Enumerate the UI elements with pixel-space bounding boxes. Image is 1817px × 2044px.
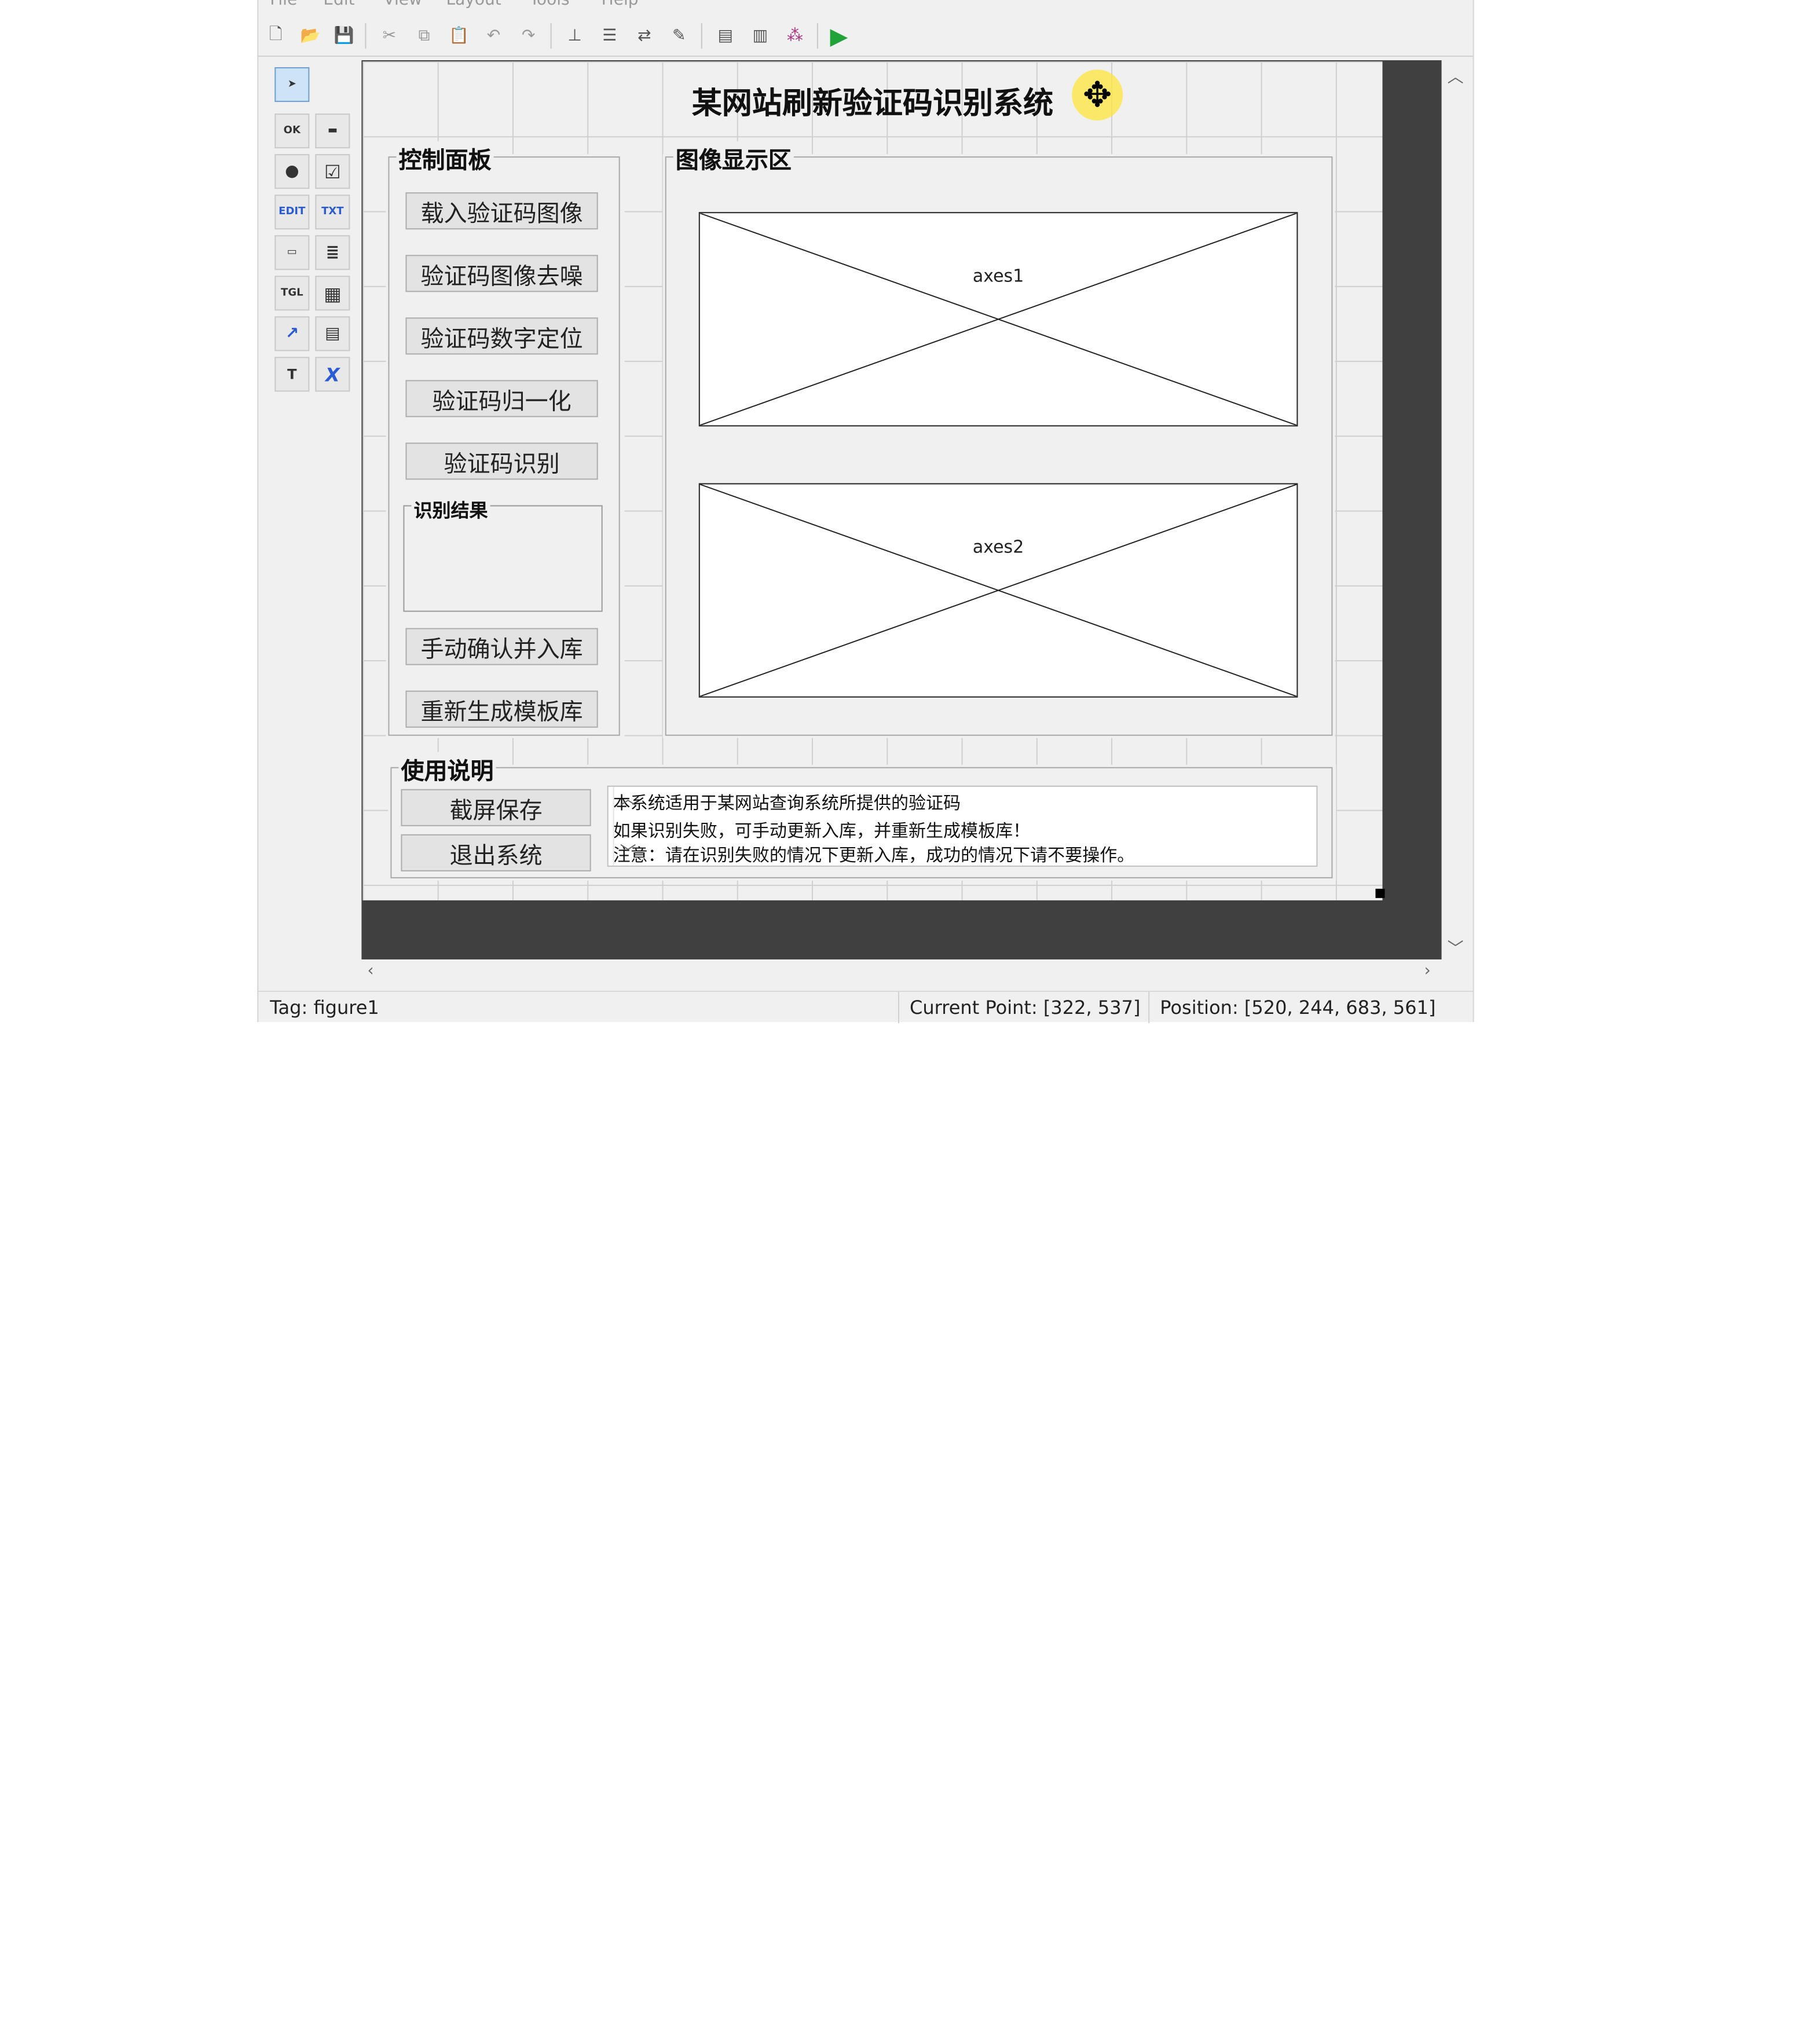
screenshot-save-button[interactable]: 截屏保存 <box>401 789 591 826</box>
locate-digits-button[interactable]: 验证码数字定位 <box>405 317 598 355</box>
exit-system-button[interactable]: 退出系统 <box>401 834 591 871</box>
button-group-tool-icon[interactable]: T <box>274 357 310 392</box>
scroll-down-icon[interactable]: ﹀ <box>620 840 636 863</box>
usage-text-scrollbar[interactable]: ︿ ﹀ <box>613 786 640 866</box>
horizontal-scroll-right-icon[interactable]: › <box>1424 962 1431 980</box>
mfile-editor-icon[interactable]: ▤ <box>713 23 738 49</box>
radio-button-tool-icon[interactable]: ● <box>274 154 310 189</box>
menu-tools[interactable]: Tools <box>530 0 570 9</box>
toolbar-separator <box>550 23 552 49</box>
status-current-point: Current Point: [322, 537] <box>910 996 1141 1019</box>
control-panel-title: 控制面板 <box>396 141 494 175</box>
move-cursor-icon: ✥ <box>1072 69 1123 121</box>
toolbar-editor-icon[interactable]: ✎ <box>666 23 692 49</box>
regenerate-templates-button[interactable]: 重新生成模板库 <box>405 690 598 728</box>
object-browser-icon[interactable]: ⁂ <box>782 23 808 49</box>
resize-handle[interactable] <box>1375 888 1385 898</box>
scroll-up-icon[interactable]: ︿ <box>620 787 636 810</box>
checkbox-tool-icon[interactable]: ☑ <box>315 154 350 189</box>
toolbar: 🗋 📂 💾 ✂ ⧉ 📋 ↶ ↷ ⊥ ☰ ⇄ ✎ ▤ ▥ ⁂ ▶ <box>258 16 1473 57</box>
toolbar-separator <box>701 23 702 49</box>
recognize-button[interactable]: 验证码识别 <box>405 442 598 480</box>
push-button-tool-icon[interactable]: OK <box>274 113 310 149</box>
manual-confirm-button[interactable]: 手动确认并入库 <box>405 628 598 665</box>
usage-line-1: 本系统适用于某网站查询系统所提供的验证码 <box>613 792 961 814</box>
status-tag: Tag: figure1 <box>270 996 379 1019</box>
popup-menu-tool-icon[interactable]: ▭ <box>274 235 310 270</box>
usage-text-box[interactable]: 本系统适用于某网站查询系统所提供的验证码 如果识别失败，可手动更新入库，并重新生… <box>607 785 1318 867</box>
denoise-button[interactable]: 验证码图像去噪 <box>405 255 598 292</box>
horizontal-scroll-left-icon[interactable]: ‹ <box>367 962 373 980</box>
select-tool-icon[interactable]: ➤ <box>274 67 310 102</box>
status-position: Position: [520, 244, 683, 561] <box>1160 996 1436 1019</box>
app-root: File Edit View Layout Tools Help 🗋 📂 💾 ✂… <box>0 0 1817 2044</box>
image-panel-title: 图像显示区 <box>673 141 794 175</box>
usage-line-2: 如果识别失败，可手动更新入库，并重新生成模板库！ <box>613 820 1031 841</box>
new-file-icon[interactable]: 🗋 <box>263 23 288 49</box>
result-panel-title: 识别结果 <box>411 494 490 523</box>
listbox-tool-icon[interactable]: ≣ <box>315 235 350 270</box>
table-tool-icon[interactable]: ▦ <box>315 276 350 311</box>
status-bar: Tag: figure1 Current Point: [322, 537] P… <box>258 990 1473 1024</box>
menu-bar: File Edit View Layout Tools Help <box>258 0 1472 12</box>
edit-text-tool-icon[interactable]: EDIT <box>274 195 310 230</box>
menu-view[interactable]: View <box>383 0 422 9</box>
axes2-placeholder-cross <box>699 484 1297 697</box>
axes1[interactable]: axes1 <box>698 212 1298 427</box>
open-folder-icon[interactable]: 📂 <box>298 23 323 49</box>
image-display-panel[interactable]: 图像显示区 axes1 axes2 <box>665 141 1333 736</box>
axes1-label: axes1 <box>972 265 1024 287</box>
panel-tool-icon[interactable]: ▤ <box>315 316 350 351</box>
axes-tool-icon[interactable]: ↗ <box>274 316 310 351</box>
axes2-label: axes2 <box>972 536 1024 558</box>
status-separator <box>1148 991 1150 1024</box>
usage-line-3: 注意：请在识别失败的情况下更新入库，成功的情况下请不要操作。 <box>613 844 1135 866</box>
control-panel[interactable]: 控制面板 载入验证码图像 验证码图像去噪 验证码数字定位 验证码归一化 验证码识… <box>388 141 620 736</box>
menu-file[interactable]: File <box>270 0 297 9</box>
copy-icon[interactable]: ⧉ <box>411 23 437 49</box>
toggle-button-tool-icon[interactable]: TGL <box>274 276 310 311</box>
normalize-button[interactable]: 验证码归一化 <box>405 380 598 417</box>
menu-editor-icon[interactable]: ☰ <box>597 23 622 49</box>
paste-icon[interactable]: 📋 <box>446 23 471 49</box>
load-captcha-button[interactable]: 载入验证码图像 <box>405 192 598 230</box>
activex-tool-icon[interactable]: X <box>315 357 350 392</box>
align-icon[interactable]: ⊥ <box>562 23 588 49</box>
usage-panel[interactable]: 使用说明 截屏保存 退出系统 本系统适用于某网站查询系统所提供的验证码 如果识别… <box>390 752 1333 878</box>
guide-layout-editor-window: File Edit View Layout Tools Help 🗋 📂 💾 ✂… <box>257 0 1474 1024</box>
run-icon[interactable]: ▶ <box>826 22 852 50</box>
cut-icon[interactable]: ✂ <box>376 23 402 49</box>
menu-layout[interactable]: Layout <box>446 0 501 9</box>
undo-icon[interactable]: ↶ <box>481 23 507 49</box>
usage-panel-title: 使用说明 <box>398 752 496 786</box>
result-panel: 识别结果 <box>403 494 603 612</box>
vertical-scroll-up-icon[interactable]: ︿ <box>1448 65 1464 88</box>
page-title: 某网站刷新验证码识别系统 <box>691 87 1054 122</box>
tab-order-icon[interactable]: ⇄ <box>632 23 657 49</box>
static-text-tool-icon[interactable]: TXT <box>315 195 350 230</box>
menu-edit[interactable]: Edit <box>323 0 354 9</box>
axes1-placeholder-cross <box>699 213 1297 426</box>
redo-icon[interactable]: ↷ <box>516 23 541 49</box>
slider-tool-icon[interactable]: ▬ <box>315 113 350 149</box>
toolbar-separator <box>816 23 818 49</box>
property-inspector-icon[interactable]: ▥ <box>748 23 773 49</box>
menu-help[interactable]: Help <box>602 0 639 9</box>
vertical-scroll-down-icon[interactable]: ﹀ <box>1448 936 1464 959</box>
status-separator <box>897 991 899 1024</box>
figure-canvas[interactable]: 某网站刷新验证码识别系统 控制面板 载入验证码图像 验证码图像去噪 验证码数字定… <box>362 61 1385 900</box>
toolbar-separator <box>365 23 367 49</box>
save-icon[interactable]: 💾 <box>331 23 357 49</box>
axes2[interactable]: axes2 <box>698 483 1298 698</box>
